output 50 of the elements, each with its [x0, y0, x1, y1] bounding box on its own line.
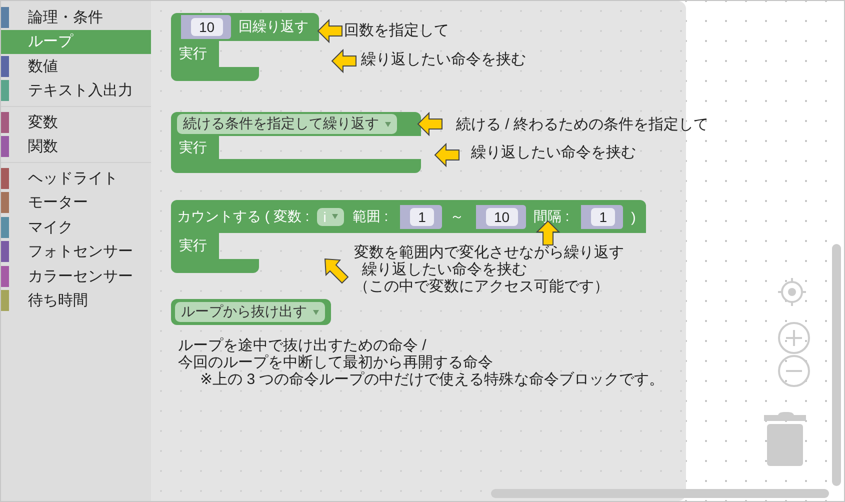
- vertical-scrollbar[interactable]: [832, 244, 841, 486]
- note-text: 回数を指定して: [344, 22, 449, 39]
- trash-icon[interactable]: [764, 412, 808, 468]
- block-label: 間隔 :: [534, 208, 570, 226]
- note-text: 今回のループを中断して最初から再開する命令: [178, 354, 494, 371]
- note-text: 繰り返したい命令を挟む: [471, 144, 636, 161]
- block-label: ): [631, 208, 636, 224]
- block-label: 範囲 :: [352, 208, 388, 226]
- category-item[interactable]: 論理・条件: [1, 5, 151, 30]
- note-text: （この中で変数にアクセス可能です）: [354, 278, 610, 295]
- category-item[interactable]: 変数: [1, 110, 151, 134]
- do-label: 実行: [179, 138, 207, 156]
- number-field[interactable]: 10: [486, 208, 518, 226]
- block-label: カウントする ( 変数 :: [177, 208, 310, 226]
- number-field[interactable]: 1: [591, 208, 616, 226]
- category-item[interactable]: マイク: [1, 215, 151, 240]
- category-item[interactable]: ヘッドライト: [1, 166, 151, 190]
- arrow-icon: [323, 257, 350, 285]
- loop-block-header[interactable]: カウントする ( 変数 : i 範囲 : 1 ～ 10 間隔 : 1 ): [171, 200, 646, 233]
- block-dropdown[interactable]: ループから抜け出す: [175, 302, 325, 322]
- block-label: 回繰り返す: [238, 18, 309, 36]
- number-field[interactable]: 10: [191, 18, 223, 36]
- category-item[interactable]: 待ち時間: [1, 288, 151, 313]
- block-label: ～: [450, 208, 464, 226]
- category-item[interactable]: 数値: [1, 54, 151, 78]
- category-item[interactable]: フォトセンサー: [1, 240, 151, 264]
- recenter-icon[interactable]: [777, 277, 807, 307]
- number-field[interactable]: 1: [410, 208, 434, 226]
- caret-icon: [332, 214, 338, 219]
- loop-block-header[interactable]: 続ける条件を指定して繰り返す: [171, 112, 421, 136]
- note-text: ※上の 3 つの命令ループの中だけで使える特殊な命令ブロックです。: [199, 371, 664, 388]
- block-dropdown[interactable]: 続ける条件を指定して繰り返す: [177, 114, 397, 134]
- horizontal-scrollbar[interactable]: [491, 489, 829, 498]
- note-text: 続ける / 終わるための条件を指定して: [456, 116, 709, 133]
- category-item[interactable]: カラーセンサー: [1, 264, 151, 288]
- note-text: 繰り返したい命令を挟む: [361, 51, 526, 68]
- loop-block-header[interactable]: 10 回繰り返す: [171, 13, 319, 41]
- statement-block[interactable]: ループから抜け出す: [171, 299, 331, 325]
- category-item[interactable]: 関数: [1, 134, 151, 159]
- category-item[interactable]: モーター: [1, 190, 151, 215]
- note-text: 変数を範囲内で変化させながら繰り返す: [354, 244, 624, 261]
- category-item[interactable]: テキスト入出力: [1, 78, 151, 103]
- zoom-in-icon[interactable]: [777, 321, 811, 355]
- caret-icon: [385, 122, 391, 126]
- note-text: 繰り返したい命令を挟む: [361, 261, 528, 278]
- zoom-out-icon[interactable]: [777, 354, 811, 388]
- caret-icon: [313, 310, 319, 314]
- do-label: 実行: [179, 45, 207, 63]
- note-text: ループを途中で抜け出すための命令 /: [178, 337, 428, 354]
- do-label: 実行: [179, 237, 207, 255]
